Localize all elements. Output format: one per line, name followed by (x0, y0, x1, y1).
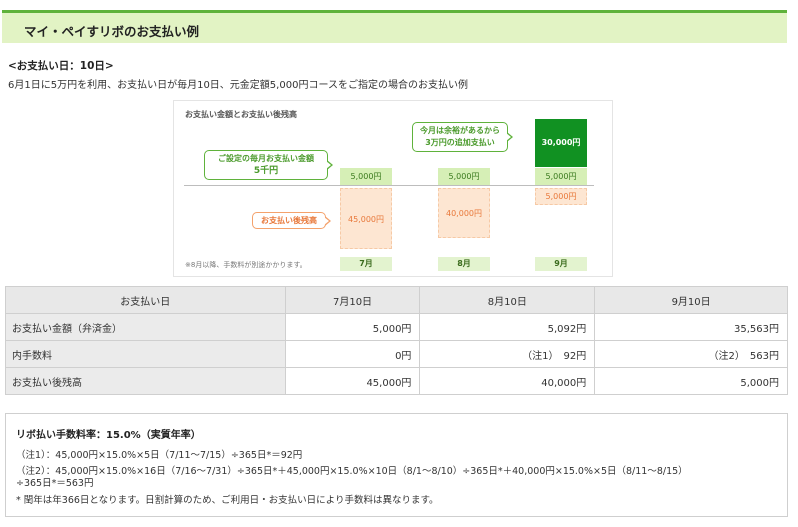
fee-notes-box: リボ払い手数料率：15.0%（実質年率） （注1）：45,000円×15.0%×… (5, 413, 788, 517)
table-row: お支払い後残高 45,000円 40,000円 5,000円 (5, 367, 788, 395)
table-row: 内手数料 0円 （注1） 92円 （注2） 563円 (5, 340, 788, 368)
table-cell: 45,000円 (284, 367, 421, 395)
table-header: 7月10日 (284, 286, 421, 314)
figure-title: お支払い金額とお支払い後残高 (185, 110, 297, 119)
table-cell: 5,000円 (284, 313, 421, 341)
monthly-payment-bubble-line1: ご設定の毎月お支払い金額 (218, 154, 314, 163)
section-header: マイ・ペイすリボのお支払い例 (2, 10, 787, 43)
table-cell: 5,092円 (419, 313, 596, 341)
extra-payment-bubble: 今月は余裕があるから 3万円の追加支払い (412, 122, 513, 152)
row-label: お支払い後残高 (5, 367, 286, 395)
table-cell: （注2） 563円 (594, 340, 788, 368)
note-line: ÷365日*＝563円 (16, 478, 94, 489)
table-header: 9月10日 (594, 286, 788, 314)
table-cell: （注1） 92円 (419, 340, 596, 368)
september-extra-bar: 30,000円 (535, 119, 587, 167)
extra-payment-bubble-line1: 今月は余裕があるから (420, 126, 500, 135)
section-title: マイ・ペイすリボのお支払い例 (24, 24, 200, 39)
july-balance-bar: 45,000円 (340, 188, 392, 249)
balance-bubble: お支払い後残高 (252, 212, 331, 229)
figure-note: ※8月以降、手数料が別途かかります。 (185, 261, 307, 269)
payment-day-subtitle: <お支払い日：10日> (8, 60, 114, 72)
monthly-payment-bubble: ご設定の毎月お支払い金額 5千円 (204, 150, 333, 180)
table-header-row: お支払い日 7月10日 8月10日 9月10日 (5, 286, 788, 314)
september-balance-bar: 5,000円 (535, 188, 587, 205)
note-line: （注1）：45,000円×15.0%×5日（7/11〜7/15）÷365日*＝9… (16, 450, 303, 461)
july-month-label: 7月 (340, 257, 392, 271)
table-cell: 35,563円 (594, 313, 788, 341)
july-payment-bar: 5,000円 (340, 168, 392, 185)
table-cell: 40,000円 (419, 367, 596, 395)
intro-text: 6月1日に5万円を利用、お支払い日が毎月10日、元金定額5,000円コースをご指… (8, 80, 468, 91)
extra-payment-bubble-line2: 3万円の追加支払い (425, 138, 495, 147)
august-payment-bar: 5,000円 (438, 168, 490, 185)
september-month-label: 9月 (535, 257, 587, 271)
note-line: （注2）：45,000円×15.0%×16日（7/16〜7/31）÷365日*＋… (16, 466, 688, 477)
table-row: お支払い金額（弁済金） 5,000円 5,092円 35,563円 (5, 313, 788, 341)
monthly-payment-bubble-line2: 5千円 (253, 166, 279, 176)
fee-rate-title: リボ払い手数料率：15.0%（実質年率） (16, 430, 201, 441)
row-label: 内手数料 (5, 340, 286, 368)
table-header: お支払い日 (5, 286, 286, 314)
figure-divider (184, 185, 594, 186)
row-label: お支払い金額（弁済金） (5, 313, 286, 341)
table-header: 8月10日 (419, 286, 596, 314)
august-balance-bar: 40,000円 (438, 188, 490, 238)
payment-example-figure: お支払い金額とお支払い後残高 ご設定の毎月お支払い金額 5千円 お支払い後残高 … (173, 100, 613, 277)
note-line: * 閏年は年366日となります。日割計算のため、ご利用日・お支払い日により手数料… (16, 495, 439, 506)
september-payment-bar: 5,000円 (535, 168, 587, 185)
table-cell: 5,000円 (594, 367, 788, 395)
payment-table: お支払い日 7月10日 8月10日 9月10日 お支払い金額（弁済金） 5,00… (5, 286, 788, 395)
table-cell: 0円 (284, 340, 421, 368)
august-month-label: 8月 (438, 257, 490, 271)
